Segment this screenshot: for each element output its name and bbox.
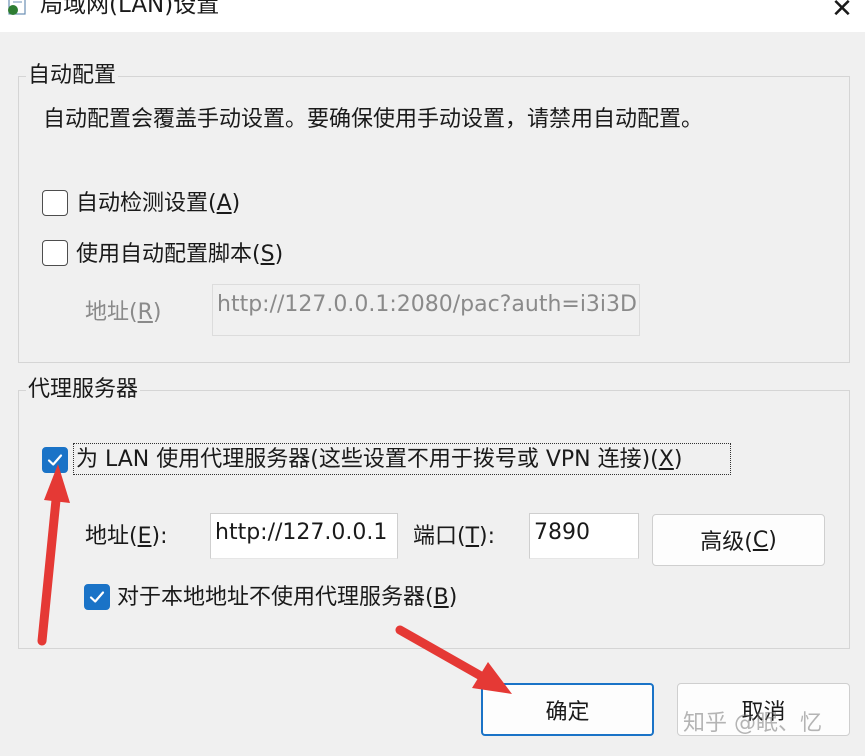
- auto-detect-label[interactable]: 自动检测设置(A): [76, 191, 240, 217]
- use-proxy-checkbox[interactable]: [42, 447, 68, 473]
- proxy-group-label: 代理服务器: [26, 377, 141, 403]
- script-address-field[interactable]: http://127.0.0.1:2080/pac?auth=i3i3D: [212, 284, 640, 336]
- checkmark-icon: [89, 591, 105, 603]
- watermark: 知乎 @眠、忆: [683, 711, 822, 736]
- close-icon[interactable]: ✕: [822, 0, 862, 24]
- proxy-port-label: 端口(T):: [413, 524, 496, 549]
- use-script-label[interactable]: 使用自动配置脚本(S): [76, 242, 283, 268]
- app-icon: [8, 0, 26, 15]
- script-address-label: 地址(R): [85, 300, 162, 325]
- ok-button[interactable]: 确定: [481, 683, 654, 736]
- proxy-address-field[interactable]: http://127.0.0.1: [210, 513, 398, 559]
- advanced-button[interactable]: 高级(C): [652, 514, 825, 566]
- proxy-address-label: 地址(E):: [85, 524, 168, 549]
- bypass-local-checkbox[interactable]: [84, 584, 110, 610]
- auto-detect-checkbox[interactable]: [42, 190, 68, 216]
- proxy-port-field[interactable]: 7890: [529, 513, 639, 559]
- auto-config-description: 自动配置会覆盖手动设置。要确保使用手动设置，请禁用自动配置。: [43, 107, 704, 132]
- bypass-local-label[interactable]: 对于本地地址不使用代理服务器(B): [117, 585, 457, 611]
- checkmark-icon: [47, 454, 63, 466]
- use-proxy-label[interactable]: 为 LAN 使用代理服务器(这些设置不用于拨号或 VPN 连接)(X): [76, 447, 682, 473]
- title-bar: 局域网(LAN)设置 ✕: [0, 0, 865, 32]
- use-script-checkbox[interactable]: [42, 240, 68, 266]
- window-title: 局域网(LAN)设置: [40, 0, 220, 18]
- auto-config-group-label: 自动配置: [26, 63, 119, 89]
